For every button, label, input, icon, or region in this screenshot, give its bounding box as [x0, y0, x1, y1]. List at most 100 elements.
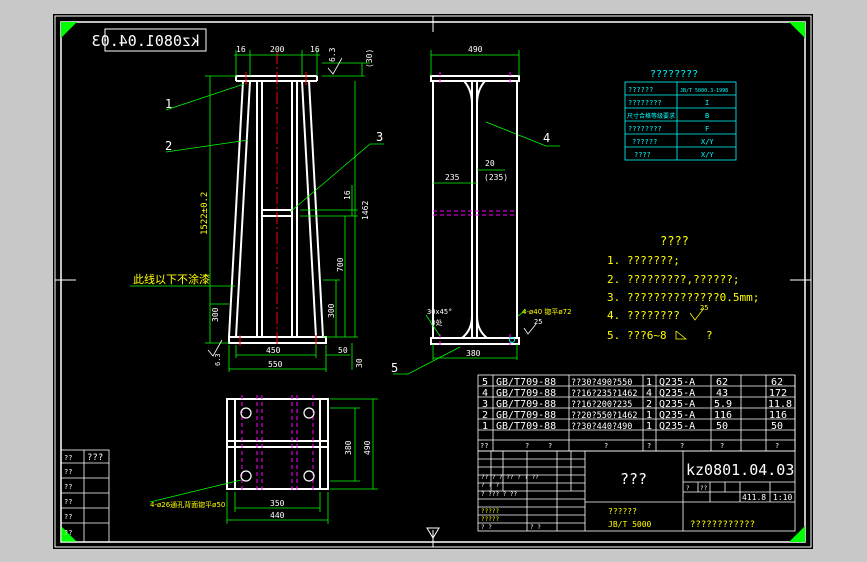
surface-row-4-label: ?????? — [632, 138, 657, 146]
bom-cell: 1 — [646, 410, 652, 421]
bom-cell: GB/T709-88 — [496, 399, 556, 410]
side-dim-380: 380 — [466, 349, 481, 358]
front-dim-550: 550 — [268, 360, 283, 369]
tech-req-item-3: 3. ??????????????0.5mm; — [607, 291, 759, 304]
bom-header-cell: ? — [525, 442, 529, 450]
tech-req-item-4: 4. ???????? — [607, 309, 680, 322]
surface-table-title: ???????? — [650, 69, 698, 80]
bom-cell: GB/T709-88 — [496, 388, 556, 399]
bom-header-cell: ? — [647, 442, 651, 450]
title-std-label: ?????? — [608, 507, 637, 516]
cad-drawing: kz0801.04.03 16 200 16 6.3 (30) 1522±0.2… — [53, 14, 813, 549]
title-standard: JB/T 5000 — [608, 520, 652, 529]
drawing-number-mirrored: kz0801.04.03 — [92, 32, 200, 50]
bom-header-cell: ? — [604, 442, 608, 450]
bom-cell: 2 — [482, 410, 488, 421]
front-dim-16: 16 — [343, 190, 352, 200]
revision-row: ?? — [64, 529, 72, 537]
surface-row-2-value: B — [705, 112, 709, 120]
bom-cell: 11.8 — [768, 399, 792, 410]
surface-row-1-label: ???????? — [628, 99, 662, 107]
bottom-dim-380: 380 — [344, 440, 353, 455]
bom-cell: 62 — [716, 377, 728, 388]
bom-cell: 1 — [646, 421, 652, 432]
front-roughness-top: 6.3 — [328, 47, 337, 62]
bom-header-cell: ? — [680, 442, 684, 450]
front-dim-height: 1522±0.2 — [200, 192, 210, 235]
title-small-a: ? — [686, 485, 690, 492]
bom-cell: ??16?235?1462 — [571, 389, 638, 399]
revision-row: ?? — [64, 483, 72, 491]
bom-cell: Q235-A — [659, 399, 695, 410]
front-dim-16-right: 16 — [310, 45, 320, 54]
part-label-4: 4 — [543, 131, 550, 145]
title-row-g: ? ? — [530, 524, 541, 531]
revision-row: ?? — [64, 498, 72, 506]
part-label-1: 1 — [165, 97, 172, 111]
tech-req-item-1: 1. ???????; — [607, 254, 680, 267]
paint-note: 此线以下不涂漆 — [133, 272, 210, 286]
bom-cell: GB/T709-88 — [496, 377, 556, 388]
bom-header-cell: ? — [720, 442, 724, 450]
bom-cell: GB/T709-88 — [496, 410, 556, 421]
surface-row-0-value: JB/T 5000.3-1998 — [680, 88, 728, 94]
front-dim-200: 200 — [270, 45, 285, 54]
surface-row-3-label: ???????? — [628, 125, 662, 133]
front-dim-30: (30) — [365, 49, 374, 68]
bom-cell: 5.9 — [714, 399, 732, 410]
surface-row-3-value: F — [705, 125, 709, 133]
tech-req-item-5: 5. ???6~8 — [607, 329, 667, 342]
bom-cell: Q235-A — [659, 377, 695, 388]
side-chamfer-note: 3处 — [431, 318, 442, 327]
title-row-a: ?? ? ? ?? ? ? ?? — [481, 474, 539, 481]
bottom-dim-440: 440 — [270, 511, 285, 520]
title-scale: 1:10 — [773, 493, 792, 502]
side-dim-235-paren: (235) — [484, 173, 508, 182]
revision-row: ?? — [64, 454, 72, 462]
title-small-b: ?? — [700, 485, 708, 492]
title-row-f: ? ? — [481, 524, 492, 531]
tech-req-title: ???? — [660, 234, 689, 248]
bom-cell: ??20?550?1462 — [571, 411, 638, 421]
side-hole-note: 4-ø40 锪平ø72 — [522, 307, 572, 316]
part-label-2: 2 — [165, 139, 172, 153]
title-row-b: ? ? ? — [481, 482, 499, 489]
bom-cell: 1 — [646, 377, 652, 388]
front-dim-50: 50 — [338, 346, 348, 355]
bom-cell: Q235-A — [659, 388, 695, 399]
bom-cell: Q235-A — [659, 410, 695, 421]
bom-cell: 172 — [769, 388, 787, 399]
bom-cell: 50 — [716, 421, 728, 432]
revision-header: ??? — [87, 453, 103, 463]
tech-req-item-2: 2. ?????????,??????; — [607, 273, 739, 286]
bom-header-cell: ? — [775, 442, 779, 450]
bom-cell: ??16?200?235 — [571, 400, 632, 410]
surface-row-5-label: ???? — [634, 151, 651, 159]
bom-header-cell: ?? — [480, 442, 488, 450]
surface-row-4-value: X/Y — [701, 138, 714, 146]
front-dim-30-bottom: 30 — [355, 358, 364, 368]
part-label-3: 3 — [376, 130, 383, 144]
surface-row-2-label: 尺寸合格等级要求 — [627, 112, 675, 120]
bom-cell: ??30?440?490 — [571, 422, 632, 432]
title-weight: 411.8 — [742, 493, 766, 502]
tech-req-item-4-mark: 25 — [700, 304, 708, 312]
title-row-e: ????? — [481, 516, 499, 523]
title-name: ??? — [620, 470, 647, 488]
front-dim-450: 450 — [266, 346, 281, 355]
front-dim-300-right: 300 — [327, 303, 336, 318]
title-company: ???????????? — [690, 520, 755, 530]
bom-header-cell: ? — [548, 442, 552, 450]
side-dim-235: 235 — [445, 173, 460, 182]
bom-cell: 4 — [646, 388, 652, 399]
bom-cell: 43 — [716, 388, 728, 399]
bom-cell: 4 — [482, 388, 488, 399]
bottom-hole-note: 4-ø26通孔背面锪平ø50 — [150, 500, 225, 509]
surface-row-1-value: I — [705, 99, 709, 107]
front-dim-300-left: 300 — [211, 307, 220, 322]
bom-cell: 62 — [771, 377, 783, 388]
bom-cell: 1 — [482, 421, 488, 432]
bom-cell: 50 — [771, 421, 783, 432]
part-label-5: 5 — [391, 361, 398, 375]
front-dim-1462: 1462 — [361, 201, 370, 220]
